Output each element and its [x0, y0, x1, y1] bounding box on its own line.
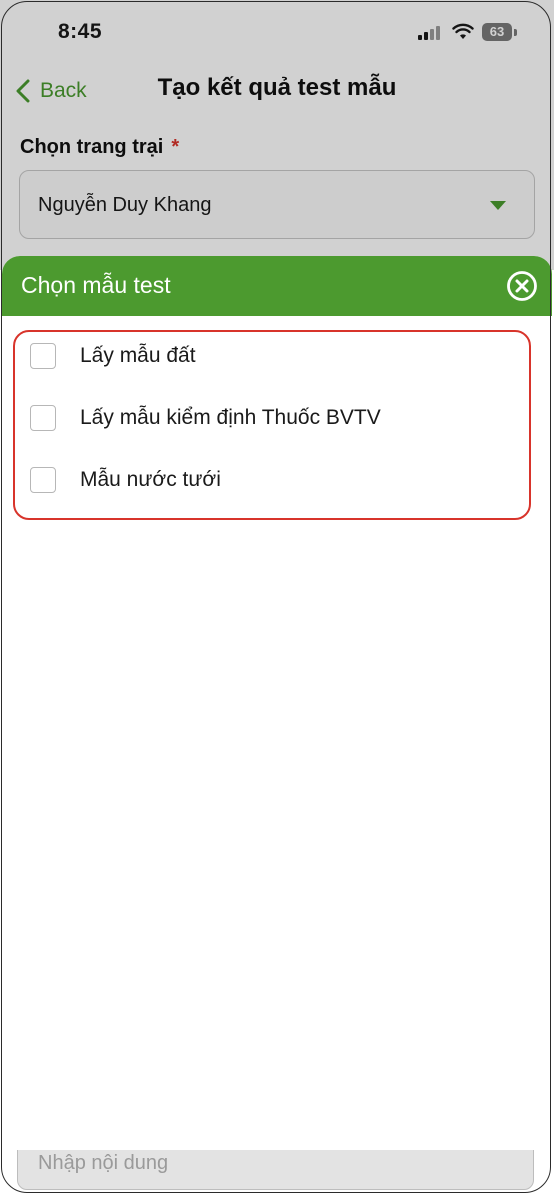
option-label: Mẫu nước tưới	[80, 468, 221, 491]
close-icon[interactable]	[506, 270, 538, 302]
content-input-placeholder: Nhập nội dung	[38, 1152, 169, 1174]
modal-backdrop[interactable]	[0, 0, 554, 270]
option-label: Lấy mẫu đất	[80, 344, 196, 367]
checkbox[interactable]	[30, 405, 56, 431]
option-kiem-dinh-thuoc-bvtv[interactable]: Lấy mẫu kiểm định Thuốc BVTV	[30, 401, 510, 435]
option-lay-mau-dat[interactable]: Lấy mẫu đất	[30, 339, 510, 373]
checkbox[interactable]	[30, 343, 56, 369]
sheet-header: Chọn mẫu test	[2, 256, 552, 316]
option-mau-nuoc-tuoi[interactable]: Mẫu nước tưới	[30, 463, 510, 497]
option-label: Lấy mẫu kiểm định Thuốc BVTV	[80, 406, 381, 429]
phone-screen: 8:45 63 Back Tạo kết quả test mẫu Chọn t…	[0, 0, 554, 1196]
sheet-title: Chọn mẫu test	[21, 272, 171, 298]
sample-picker-sheet: Chọn mẫu test Lấy mẫu đất Lấy mẫu kiểm đ…	[2, 256, 552, 1150]
checkbox[interactable]	[30, 467, 56, 493]
